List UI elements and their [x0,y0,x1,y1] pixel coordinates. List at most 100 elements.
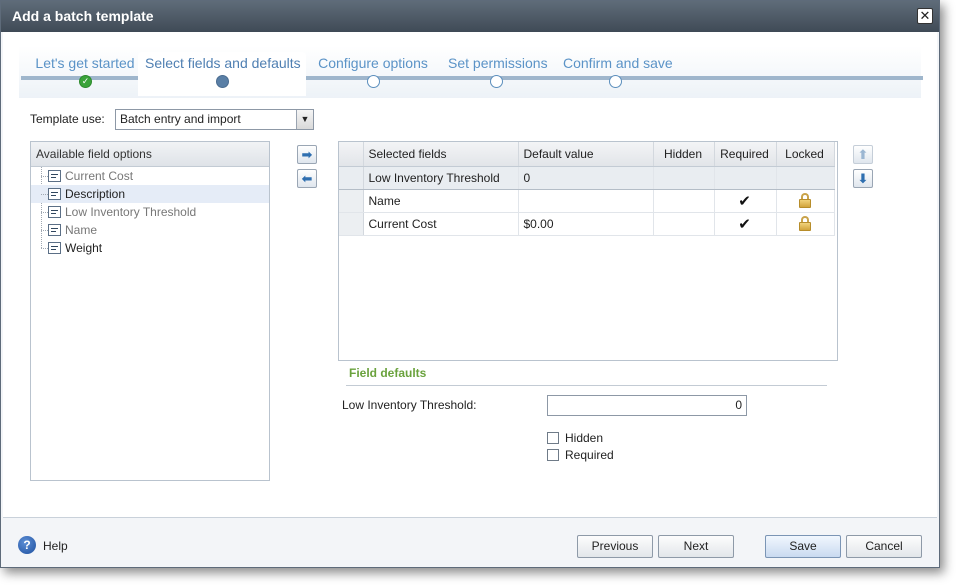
hidden-checkbox-row[interactable]: Hidden [547,431,603,447]
step-pending-icon [490,75,503,88]
table-header-row: Selected fields Default value Hidden Req… [339,142,835,167]
hidden-cell[interactable] [653,165,715,190]
selected-field-name: Current Cost [363,212,519,236]
selected-field-default[interactable] [518,189,654,213]
field-icon [48,170,61,182]
wizard-step-lets-get-started[interactable]: Let's get started ✓ [23,52,147,96]
wizard-step-set-permissions[interactable]: Set permissions [441,52,551,96]
default-value-input[interactable]: 0 [547,395,747,416]
wizard-step-configure-options[interactable]: Configure options [311,52,435,96]
dialog-title: Add a batch template [1,1,939,32]
locked-cell [776,212,835,236]
column-hidden[interactable]: Hidden [653,142,715,167]
field-icon [48,188,61,200]
table-row[interactable]: Low Inventory Threshold 0 [339,165,835,190]
save-button[interactable]: Save [765,535,841,558]
help-link[interactable]: Help [43,539,68,553]
row-selector[interactable] [339,212,364,236]
template-use-select[interactable]: Batch entry and import ▼ [115,109,314,130]
column-default-value[interactable]: Default value [518,142,654,167]
step-label: Confirm and save [563,55,673,71]
required-cell[interactable]: ✔ [714,212,777,236]
lock-icon [798,216,811,232]
locked-cell [776,165,835,190]
batch-template-dialog: Add a batch template ✕ Let's get started… [0,0,940,568]
previous-button[interactable]: Previous [577,535,653,558]
available-field-item[interactable]: Description [31,185,269,203]
step-current-icon [216,75,229,88]
step-label: Set permissions [448,55,548,71]
tree-branch [41,194,48,195]
available-field-item[interactable]: Low Inventory Threshold [31,203,269,221]
default-field-label: Low Inventory Threshold: [342,398,477,412]
row-selector[interactable] [339,189,364,213]
move-up-arrow-icon[interactable]: ⬆ [853,145,873,164]
move-down-arrow-icon[interactable]: ⬇ [853,169,873,188]
column-locked[interactable]: Locked [776,142,835,167]
column-required[interactable]: Required [714,142,777,167]
step-label: Let's get started [35,55,135,71]
required-checkbox-label: Required [565,448,614,462]
row-selector[interactable] [339,165,364,190]
table-row[interactable]: Current Cost $0.00 ✔ [339,212,835,236]
hidden-checkbox-label: Hidden [565,431,604,445]
checkmark-icon: ✔ [738,215,751,233]
field-defaults-title: Field defaults [346,366,827,386]
available-field-item[interactable]: Current Cost [31,167,269,185]
tree-branch [41,212,48,213]
template-use-value: Batch entry and import [120,112,241,126]
table-row[interactable]: Name ✔ [339,189,835,213]
available-field-item[interactable]: Weight [31,239,269,257]
selected-field-name: Low Inventory Threshold [363,165,519,190]
required-checkbox-row[interactable]: Required [547,448,614,464]
available-field-label: Description [65,187,126,201]
available-field-label: Current Cost [65,169,134,183]
step-complete-icon: ✓ [79,75,92,88]
wizard-step-confirm-and-save[interactable]: Confirm and save [556,52,674,96]
available-field-label: Low Inventory Threshold [65,205,197,219]
step-pending-icon [367,75,380,88]
cancel-button[interactable]: Cancel [846,535,922,558]
field-icon [48,242,61,254]
step-content: Template use: Batch entry and import ▼ A… [19,98,921,516]
selected-fields-table: Selected fields Default value Hidden Req… [339,142,835,236]
available-field-options-panel: Available field options Current Cost Des… [30,141,270,481]
column-selected-fields[interactable]: Selected fields [363,142,519,167]
hidden-checkbox[interactable] [547,432,559,444]
tree-branch [41,248,48,249]
gutter-header [339,142,364,167]
hidden-cell[interactable] [653,212,715,236]
field-icon [48,224,61,236]
lock-icon [798,193,811,209]
available-fields-header: Available field options [31,142,269,167]
selected-field-name: Name [363,189,519,213]
selected-field-default[interactable]: 0 [518,165,654,190]
required-checkbox[interactable] [547,449,559,461]
selected-field-default[interactable]: $0.00 [518,212,654,236]
checkmark-icon: ✔ [738,192,751,210]
available-field-label: Name [65,223,98,237]
tree-branch [41,176,48,177]
add-field-arrow-icon[interactable]: ➡ [297,145,317,164]
template-use-label: Template use: [30,112,105,126]
tree-branch [41,230,48,231]
wizard-step-select-fields[interactable]: Select fields and defaults [138,52,306,96]
dialog-body: Let's get started ✓ Select fields and de… [3,32,937,518]
next-button[interactable]: Next [658,535,734,558]
help-icon[interactable]: ? [18,536,36,554]
required-cell[interactable] [714,165,777,190]
close-icon[interactable]: ✕ [917,8,933,24]
remove-field-arrow-icon[interactable]: ⬅ [297,169,317,188]
available-field-item[interactable]: Name [31,221,269,239]
selected-fields-grid: Selected fields Default value Hidden Req… [338,141,838,361]
available-field-label: Weight [65,241,103,255]
step-label: Configure options [318,55,428,71]
step-label: Select fields and defaults [145,55,301,71]
step-pending-icon [609,75,622,88]
hidden-cell[interactable] [653,189,715,213]
field-icon [48,206,61,218]
dialog-footer: ? Help Previous Next Save Cancel [1,519,939,569]
chevron-down-icon[interactable]: ▼ [296,110,313,129]
required-cell[interactable]: ✔ [714,189,777,213]
locked-cell [776,189,835,213]
